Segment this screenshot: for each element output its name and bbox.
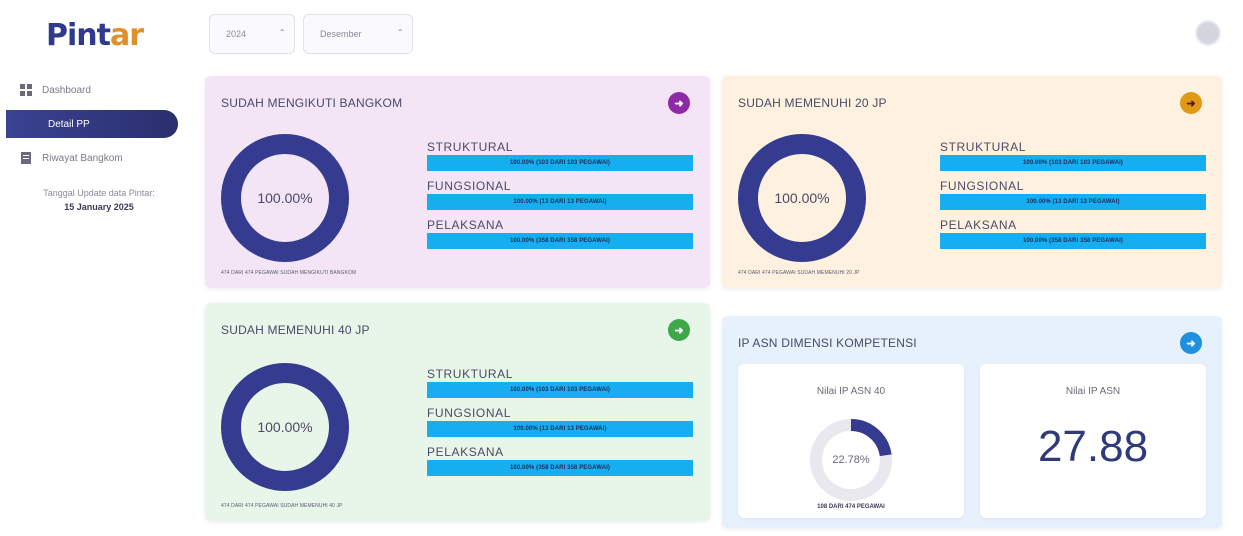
chevron-up-icon: ˆ: [398, 28, 402, 40]
progress-bar: 100.00% (358 DARI 358 PEGAWAI): [427, 460, 693, 476]
sidebar-item-label: Dashboard: [42, 84, 91, 96]
row-label: FUNGSIONAL: [427, 406, 512, 420]
card-footer: 474 DARI 474 PEGAWAI SUDAH MEMENUHI 40 J…: [221, 503, 343, 509]
donut-percent: 100.00%: [257, 419, 313, 435]
progress-bar: 100.00% (103 DARI 103 PEGAWAI): [940, 155, 1206, 171]
row-label: STRUKTURAL: [940, 140, 1027, 154]
sidebar-item-label: Riwayat Bangkom: [42, 152, 123, 164]
arrow-icon[interactable]: ➜: [668, 92, 690, 114]
arrow-icon[interactable]: ➜: [668, 319, 690, 341]
chevron-up-icon: ˆ: [280, 28, 284, 40]
row-label: PELAKSANA: [940, 218, 1017, 232]
sidebar-item-label: Detail PP: [48, 118, 90, 130]
progress-bar: 100.00% (103 DARI 103 PEGAWAI): [427, 382, 693, 398]
row-label: PELAKSANA: [427, 218, 504, 232]
year-select[interactable]: 2024 ˆ: [209, 14, 295, 54]
sidebar-item-riwayat-bangkom[interactable]: Riwayat Bangkom: [20, 146, 123, 170]
sidebar: Pintar Dashboard Detail PP Riwayat Bangk…: [0, 0, 190, 536]
progress-bar: 100.00% (358 DARI 358 PEGAWAI): [427, 233, 693, 249]
gauge-percent: 22.78%: [832, 454, 870, 466]
progress-bar: 100.00% (103 DARI 103 PEGAWAI): [427, 155, 693, 171]
month-select[interactable]: Desember ˆ: [303, 14, 413, 54]
ip-asn-40-panel: Nilai IP ASN 40 22.78% 108 DARI 474 PEGA…: [738, 364, 964, 518]
row-label: PELAKSANA: [427, 445, 504, 459]
panel-title: Nilai IP ASN: [1065, 386, 1121, 397]
ip-asn-value: 27.88: [1037, 422, 1149, 471]
arrow-icon[interactable]: ➜: [1180, 92, 1202, 114]
row-label: STRUKTURAL: [427, 140, 514, 154]
sidebar-item-dashboard[interactable]: Dashboard: [20, 78, 91, 102]
progress-bar: 100.00% (13 DARI 13 PEGAWAI): [427, 194, 693, 210]
logo-main: Pint: [46, 18, 111, 53]
breakdown: STRUKTURAL 100.00% (103 DARI 103 PEGAWAI…: [427, 140, 693, 257]
ip-asn-panel: Nilai IP ASN 27.88: [980, 364, 1206, 518]
avatar[interactable]: [1195, 20, 1221, 46]
row-label: FUNGSIONAL: [427, 179, 512, 193]
logo: Pintar: [46, 18, 144, 53]
year-value: 2024: [226, 29, 247, 39]
row-label: FUNGSIONAL: [940, 179, 1025, 193]
row-label: STRUKTURAL: [427, 367, 514, 381]
panel-footer: 108 DARI 474 PEGAWAI: [817, 504, 885, 510]
card-title: SUDAH MEMENUHI 40 JP: [221, 323, 370, 337]
card-footer: 474 DARI 474 PEGAWAI SUDAH MENGIKUTI BAN…: [221, 270, 357, 276]
update-label: Tanggal Update data Pintar:: [43, 188, 155, 198]
panel-title: Nilai IP ASN 40: [816, 386, 886, 397]
update-date: 15 January 2025: [64, 202, 134, 212]
sidebar-item-detail-pp[interactable]: Detail PP: [6, 110, 178, 138]
card-title: SUDAH MENGIKUTI BANGKOM: [221, 96, 403, 110]
card-title: IP ASN DIMENSI KOMPETENSI: [738, 336, 917, 350]
arrow-icon[interactable]: ➜: [1180, 332, 1202, 354]
card-40jp: SUDAH MEMENUHI 40 JP ➜ 100.00% STRUKTURA…: [205, 303, 710, 521]
progress-bar: 100.00% (358 DARI 358 PEGAWAI): [940, 233, 1206, 249]
month-value: Desember: [320, 29, 362, 39]
card-footer: 474 DARI 474 PEGAWAI SUDAH MEMENUHI 20 J…: [738, 270, 860, 276]
card-ip-asn: IP ASN DIMENSI KOMPETENSI ➜ Nilai IP ASN…: [722, 316, 1222, 528]
grid-icon: [20, 84, 32, 96]
update-info: Tanggal Update data Pintar: 15 January 2…: [14, 186, 184, 214]
donut-percent: 100.00%: [257, 190, 313, 206]
breakdown: STRUKTURAL 100.00% (103 DARI 103 PEGAWAI…: [427, 367, 693, 484]
card-title: SUDAH MEMENUHI 20 JP: [738, 96, 887, 110]
progress-bar: 100.00% (13 DARI 13 PEGAWAI): [940, 194, 1206, 210]
card-20jp: SUDAH MEMENUHI 20 JP ➜ 100.00% STRUKTURA…: [722, 76, 1222, 288]
logo-accent: ar: [109, 18, 144, 53]
donut-percent: 100.00%: [774, 190, 830, 206]
breakdown: STRUKTURAL 100.00% (103 DARI 103 PEGAWAI…: [940, 140, 1206, 257]
document-icon: [21, 152, 31, 164]
card-bangkom: SUDAH MENGIKUTI BANGKOM ➜ 100.00% STRUKT…: [205, 76, 710, 288]
progress-bar: 100.00% (13 DARI 13 PEGAWAI): [427, 421, 693, 437]
